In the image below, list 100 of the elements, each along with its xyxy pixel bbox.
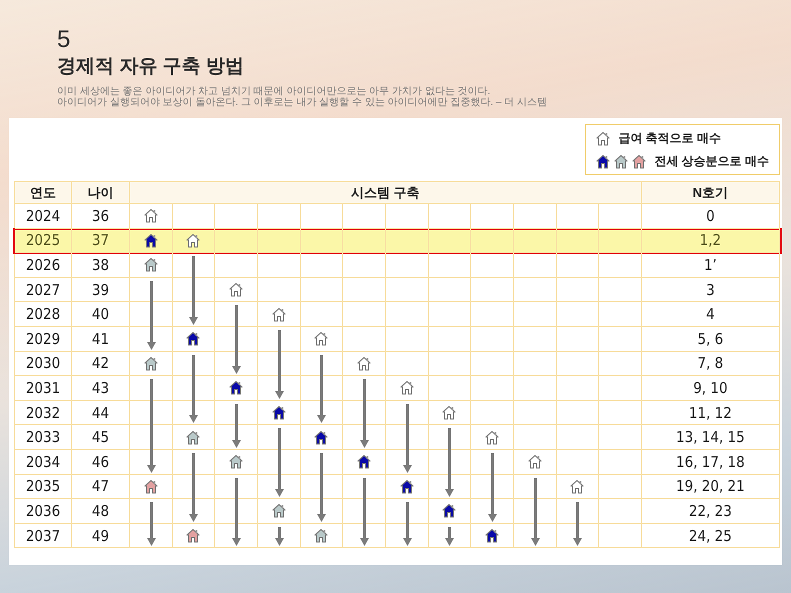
house-icon bbox=[272, 503, 286, 518]
year-cell: 2035 bbox=[15, 474, 72, 500]
legend-label: 전세 상승분으로 매수 bbox=[654, 152, 769, 170]
house-icon bbox=[144, 478, 158, 494]
house-icon bbox=[357, 454, 372, 470]
column-header: 시스템 구축 bbox=[130, 182, 642, 204]
column-header: 나이 bbox=[72, 182, 130, 204]
unit-count-cell: 13, 14, 15 bbox=[642, 425, 780, 450]
house-icon bbox=[314, 430, 328, 445]
table-cell bbox=[599, 302, 642, 327]
year-cell: 2029 bbox=[15, 326, 72, 352]
table-cell bbox=[300, 228, 344, 254]
house-icon bbox=[186, 430, 200, 445]
legend-label: 급여 축적으로 매수 bbox=[618, 130, 721, 146]
column-header: 연도 bbox=[15, 182, 72, 204]
table-cell bbox=[386, 302, 429, 327]
year-cell: 2036 bbox=[15, 499, 72, 524]
age-cell: 46 bbox=[72, 450, 130, 475]
house-icon bbox=[596, 130, 610, 146]
unit-count-cell: 22, 23 bbox=[642, 499, 780, 524]
house-icon bbox=[485, 528, 500, 544]
unit-count-cell: 7, 8 bbox=[642, 352, 780, 376]
age-cell: 49 bbox=[72, 524, 130, 548]
table-cell bbox=[386, 253, 429, 278]
house-icon bbox=[357, 356, 372, 371]
house-icon bbox=[144, 232, 158, 248]
table-cell bbox=[386, 326, 429, 352]
table-cell bbox=[599, 352, 642, 376]
table-cell bbox=[556, 425, 600, 450]
table-cell bbox=[556, 228, 600, 254]
table-cell bbox=[556, 400, 600, 426]
house-icon bbox=[528, 454, 542, 470]
house-icon bbox=[186, 528, 200, 544]
table-cell bbox=[556, 326, 600, 352]
table-cell bbox=[258, 228, 301, 254]
table-cell bbox=[514, 376, 557, 401]
table-cell bbox=[386, 278, 429, 302]
table-cell bbox=[343, 228, 386, 254]
quote-line: 아이디어가 실행되어야 보상이 돌아온다. 그 이후로는 내가 실행할 수 있는 아이디어에만 집중했다. – 더 시스템 bbox=[57, 97, 548, 108]
age-cell: 48 bbox=[72, 499, 130, 524]
table-cell bbox=[471, 302, 514, 327]
year-cell: 2025 bbox=[15, 228, 72, 254]
house-icon bbox=[186, 232, 200, 248]
table-cell bbox=[343, 253, 386, 278]
house-icon bbox=[570, 478, 584, 494]
down-arrow bbox=[146, 499, 156, 548]
house-icon bbox=[229, 282, 244, 298]
table-cell bbox=[556, 352, 600, 376]
house-icon bbox=[596, 154, 610, 168]
house-icon bbox=[314, 528, 328, 544]
table-cell bbox=[599, 278, 642, 302]
table-cell bbox=[556, 253, 600, 278]
house-icon bbox=[144, 208, 158, 224]
table-cell bbox=[514, 228, 557, 254]
table-cell bbox=[258, 253, 301, 278]
table-cell bbox=[599, 450, 642, 475]
age-cell: 41 bbox=[72, 326, 130, 352]
age-cell: 42 bbox=[72, 352, 130, 376]
year-cell: 2026 bbox=[15, 253, 72, 278]
table-cell bbox=[556, 376, 600, 401]
age-cell: 45 bbox=[72, 425, 130, 450]
table-cell bbox=[428, 326, 472, 352]
table-cell bbox=[300, 253, 344, 278]
unit-count-cell: 11, 12 bbox=[642, 400, 780, 426]
year-cell: 2031 bbox=[15, 376, 72, 401]
table-cell bbox=[471, 278, 514, 302]
unit-count-cell: 3 bbox=[642, 278, 780, 302]
house-icon bbox=[314, 331, 328, 346]
table-cell bbox=[599, 228, 642, 254]
house-icon bbox=[442, 405, 456, 420]
house-icon bbox=[229, 380, 244, 396]
age-cell: 38 bbox=[72, 253, 130, 278]
table-cell bbox=[556, 302, 600, 327]
unit-count-cell: 19, 20, 21 bbox=[642, 474, 780, 500]
table-cell bbox=[599, 376, 642, 401]
house-icon bbox=[272, 405, 286, 420]
house-icon bbox=[442, 503, 456, 518]
house-icon bbox=[144, 356, 158, 371]
table-cell bbox=[428, 228, 472, 254]
table-cell bbox=[599, 499, 642, 524]
table-cell bbox=[556, 278, 600, 302]
table-cell bbox=[343, 302, 386, 327]
table-cell bbox=[599, 253, 642, 278]
year-cell: 2033 bbox=[15, 425, 72, 450]
year-cell: 2028 bbox=[15, 302, 72, 327]
unit-count-cell: 24, 25 bbox=[642, 524, 780, 548]
age-cell: 39 bbox=[72, 278, 130, 302]
table-cell bbox=[514, 352, 557, 376]
year-cell: 2032 bbox=[15, 400, 72, 426]
table-cell bbox=[471, 228, 514, 254]
year-cell: 2030 bbox=[15, 352, 72, 376]
table-cell bbox=[471, 253, 514, 278]
year-cell: 2034 bbox=[15, 450, 72, 475]
table-cell bbox=[514, 326, 557, 352]
quote-line: 이미 세상에는 좋은 아이디어가 차고 넘치기 때문에 아이디어만으로는 아무 가치가 없다는 것이다. bbox=[57, 86, 492, 97]
unit-count-cell: 9, 10 bbox=[642, 376, 780, 401]
table-cell bbox=[599, 326, 642, 352]
age-cell: 40 bbox=[72, 302, 130, 327]
column-header: N호기 bbox=[642, 182, 780, 204]
down-arrow bbox=[573, 499, 582, 548]
